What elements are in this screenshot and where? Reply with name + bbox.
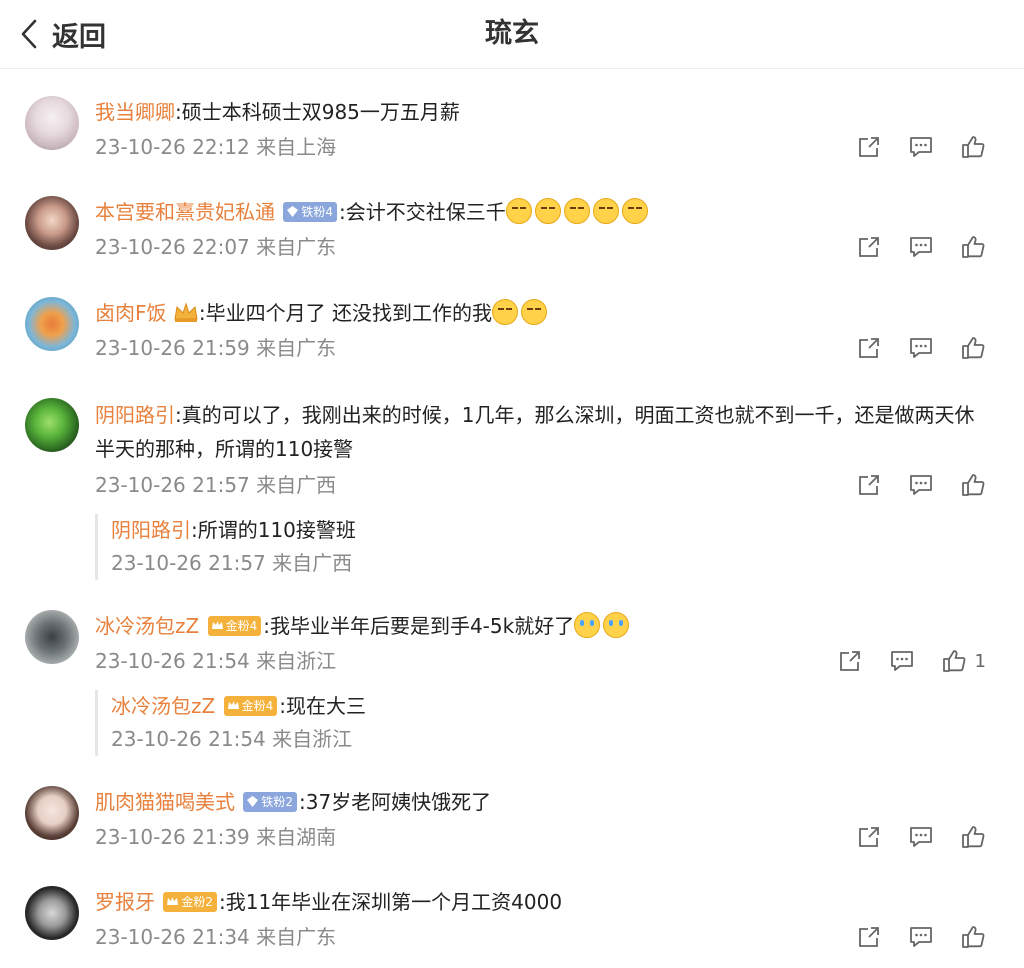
emoji-icon <box>592 198 619 224</box>
comment-icon[interactable] <box>908 134 934 160</box>
comment-username[interactable]: 冰冷汤包zZ <box>95 614 199 638</box>
diamond-icon <box>287 206 299 217</box>
fan-badge: 金粉4 <box>207 616 262 636</box>
comment-actions <box>830 824 986 850</box>
comment-icon[interactable] <box>908 335 934 361</box>
comment-icon[interactable] <box>889 648 915 674</box>
like-icon[interactable] <box>941 648 967 674</box>
emoji-icon <box>505 198 532 224</box>
comment-icon[interactable] <box>908 472 934 498</box>
fan-badge: 铁粉4 <box>283 202 337 222</box>
comment-meta: 23-10-26 21:39 来自湖南 <box>95 825 337 849</box>
comment-icon[interactable] <box>908 824 934 850</box>
comment-meta: 23-10-26 22:12 来自上海 <box>95 135 337 159</box>
like-icon[interactable] <box>960 472 986 498</box>
avatar[interactable] <box>25 786 79 840</box>
avatar[interactable] <box>25 96 79 150</box>
emoji-icon <box>491 299 518 325</box>
avatar[interactable] <box>25 297 79 351</box>
comment-actions: 1 <box>811 648 986 674</box>
comment-username[interactable]: 本宫要和熹贵妃私通 <box>95 200 275 224</box>
reply-meta: 23-10-26 21:57 来自广西 <box>111 551 353 575</box>
comment-icon[interactable] <box>908 234 934 260</box>
reply-username[interactable]: 阴阳路引 <box>111 518 191 542</box>
comment-username[interactable]: 肌肉猫猫喝美式 <box>95 790 235 814</box>
crown-icon <box>211 621 223 629</box>
top-bar: 返回 琉玄 <box>0 0 1024 69</box>
share-icon[interactable] <box>856 335 882 361</box>
like-count: 1 <box>974 650 986 672</box>
like-icon[interactable] <box>960 824 986 850</box>
page-title: 琉玄 <box>485 18 539 49</box>
reply-text: :所谓的110接警班 <box>191 518 356 542</box>
like-icon[interactable] <box>960 234 986 260</box>
reply-item: 冰冷汤包zZ 金粉4:现在大三 23-10-26 21:54 来自浙江 <box>95 690 366 756</box>
avatar[interactable] <box>25 610 79 664</box>
crown-icon <box>227 701 239 709</box>
comment-actions <box>830 472 986 498</box>
avatar[interactable] <box>25 196 79 250</box>
comment-username[interactable]: 罗报牙 <box>95 890 155 914</box>
like-icon[interactable] <box>960 134 986 160</box>
reply-item: 阴阳路引:所谓的110接警班 23-10-26 21:57 来自广西 <box>95 514 356 580</box>
comment-meta: 23-10-26 21:59 来自广东 <box>95 336 337 360</box>
comment-text: :我11年毕业在深圳第一个月工资4000 <box>219 890 563 914</box>
emoji-icon <box>563 198 590 224</box>
crying-emoji-icon <box>574 612 601 638</box>
like-icon[interactable] <box>960 924 986 950</box>
share-icon[interactable] <box>856 824 882 850</box>
fan-badge: 金粉4 <box>223 696 278 716</box>
crown-badge-icon <box>174 302 198 322</box>
comment-username[interactable]: 阴阳路引 <box>95 403 175 427</box>
comment-text: :毕业四个月了 还没找到工作的我 <box>198 301 492 325</box>
emoji-icon <box>520 299 547 325</box>
avatar[interactable] <box>25 886 79 940</box>
comment-username[interactable]: 我当卿卿 <box>95 100 175 124</box>
comment-actions <box>830 234 986 260</box>
share-icon[interactable] <box>856 472 882 498</box>
share-icon[interactable] <box>856 924 882 950</box>
comment-meta: 23-10-26 21:34 来自广东 <box>95 925 337 949</box>
comment-text: :我毕业半年后要是到手4-5k就好了 <box>263 614 575 638</box>
comment-actions <box>830 335 986 361</box>
emoji-icon <box>534 198 561 224</box>
comment-meta: 23-10-26 21:54 来自浙江 <box>95 649 337 673</box>
diamond-icon <box>247 796 259 807</box>
like-icon[interactable] <box>960 335 986 361</box>
comment-icon[interactable] <box>908 924 934 950</box>
reply-username[interactable]: 冰冷汤包zZ <box>111 694 215 718</box>
fan-badge: 铁粉2 <box>243 792 297 812</box>
comment-text: :会计不交社保三千 <box>339 200 506 224</box>
comment-username[interactable]: 卤肉F饭 <box>95 301 167 325</box>
reply-text: :现在大三 <box>279 694 366 718</box>
emoji-icon <box>621 198 648 224</box>
comment-text: :硕士本科硕士双985一万五月薪 <box>175 100 460 124</box>
comment-meta: 23-10-26 22:07 来自广东 <box>95 235 337 259</box>
fan-badge: 金粉2 <box>163 892 217 912</box>
avatar[interactable] <box>25 398 79 452</box>
comment-actions <box>830 134 986 160</box>
comment-text: :37岁老阿姨快饿死了 <box>299 790 492 814</box>
comment-text: :真的可以了，我刚出来的时候，1几年，那么深圳，明面工资也就不到一千，还是做两天… <box>95 403 975 461</box>
share-icon[interactable] <box>856 234 882 260</box>
reply-meta: 23-10-26 21:54 来自浙江 <box>111 727 353 751</box>
share-icon[interactable] <box>856 134 882 160</box>
comment-meta: 23-10-26 21:57 来自广西 <box>95 473 337 497</box>
share-icon[interactable] <box>837 648 863 674</box>
comment-actions <box>830 924 986 950</box>
crown-icon <box>167 897 179 905</box>
crying-emoji-icon <box>603 612 630 638</box>
